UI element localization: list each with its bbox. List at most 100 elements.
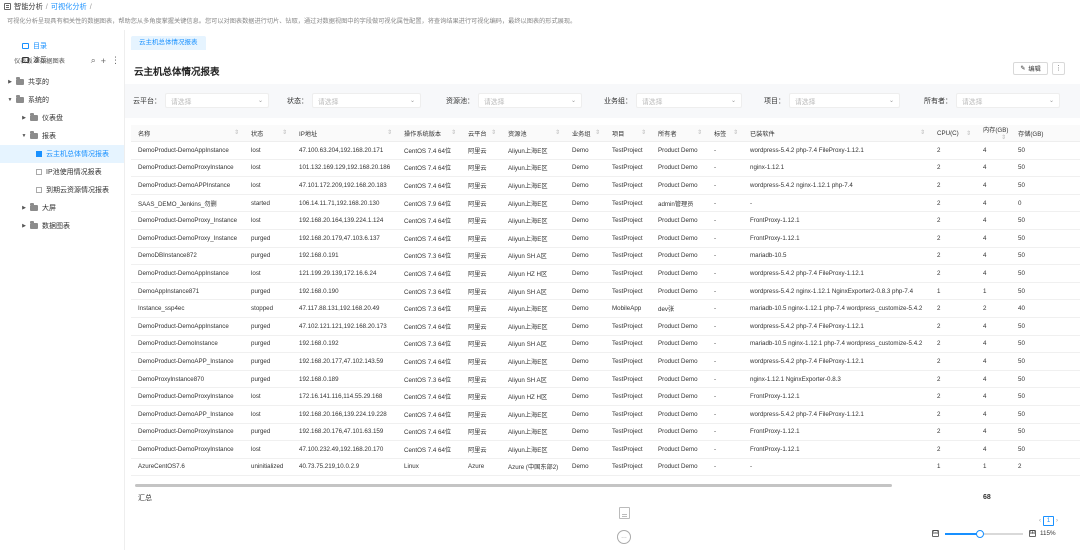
tree-item[interactable]: ▶ 仪表盘 (0, 109, 124, 127)
table-row[interactable]: DemoProduct-DemoInstance purged 192.168.0.… (131, 335, 1080, 354)
filter-select[interactable]: 请选择 ⌄ (478, 93, 582, 108)
sort-icon[interactable]: ⇕ (733, 129, 738, 136)
caret-right-icon[interactable]: ▶ (20, 223, 28, 229)
filter-select[interactable]: 请选择 ⌄ (165, 93, 269, 108)
column-header[interactable]: 云平台 ⇕ (461, 125, 501, 142)
add-icon[interactable]: + (101, 56, 106, 66)
tree-item[interactable]: ▶ 大屏 (0, 199, 124, 217)
column-header[interactable]: 所有者 ⇕ (651, 125, 707, 142)
column-header[interactable]: IP地址 ⇕ (292, 125, 397, 142)
next-page-icon[interactable]: › (1056, 518, 1058, 524)
table-row[interactable]: DemoDBInstance872 purged 192.168.0.191 Cent… (131, 247, 1080, 266)
table-row[interactable]: DemoProduct-DemoProxyInstance lost 101.132… (131, 159, 1080, 178)
column-header[interactable]: 存储(GB)⇕ (1011, 125, 1080, 142)
more-icon[interactable]: ⋮ (111, 55, 120, 66)
scrollbar-thumb[interactable] (135, 484, 892, 487)
zoom-slider[interactable] (945, 529, 1023, 538)
search-icon[interactable]: ⌕ (91, 55, 96, 66)
prev-page-icon[interactable]: ‹ (1039, 518, 1041, 524)
table-row[interactable]: DemoProduct-DemoProxyInstance lost 47.100.… (131, 440, 1080, 459)
sort-icon[interactable]: ⇕ (387, 129, 392, 136)
table-row[interactable]: DemoAppInstance871 purged 192.168.0.190 Cen… (131, 282, 1080, 301)
table-cell: purged (244, 247, 292, 266)
filter-select[interactable]: 请选择 ⌄ (636, 93, 742, 108)
table-row[interactable]: Instance_ssp4ec stopped 47.117.88.131,192.… (131, 299, 1080, 318)
sidebar-item-catalog[interactable]: 目录 (0, 39, 124, 53)
table-row[interactable]: SAAS_DEMO_Jenkins_勿删 started 106.14.11.71,… (131, 194, 1080, 213)
table-row[interactable]: DemoProduct-DemoAppInstance lost 47.100.63… (131, 141, 1080, 160)
table-cell: 阿里云 (461, 299, 501, 318)
sort-icon[interactable]: ⇕ (491, 129, 496, 136)
column-header[interactable]: 操作系统版本 ⇕ (397, 125, 461, 142)
caret-down-icon[interactable]: ▼ (6, 97, 14, 103)
table-row[interactable]: DemoProduct-DemoAppInstance lost 121.199.2… (131, 264, 1080, 283)
sort-icon[interactable]: ⇕ (282, 129, 287, 136)
table-row[interactable]: DemoProduct-DemoAPPInstance lost 47.101.17… (131, 176, 1080, 195)
chat-icon[interactable]: … (617, 530, 631, 544)
table-cell: - (707, 247, 743, 266)
table-row[interactable]: DemoProduct-DemoAPP_Instance lost 192.168.… (131, 405, 1080, 424)
breadcrumb-item-visual-analysis[interactable]: 可视化分析 (51, 2, 87, 12)
tab-report[interactable]: 云主机总体情况报表 (131, 36, 206, 50)
sort-icon[interactable]: ⇕ (641, 129, 646, 136)
table-row[interactable]: DemoProduct-DemoProxy_Instance lost 192.16… (131, 211, 1080, 230)
sort-icon[interactable]: ⇕ (920, 129, 925, 136)
sort-icon[interactable]: ⇕ (451, 129, 456, 136)
tree-item[interactable]: ▼ 系统的 (0, 91, 124, 109)
sort-icon[interactable]: ⇕ (1001, 134, 1006, 141)
table-cell: 2 (930, 264, 976, 283)
column-header[interactable]: 名称 ⇕ (131, 125, 244, 142)
sort-icon[interactable]: ⇕ (697, 129, 702, 136)
table-cell: stopped (244, 299, 292, 318)
zoom-in-icon[interactable]: ⊞ (1029, 530, 1036, 537)
column-header[interactable]: CPU(C) ⇕ (930, 125, 976, 142)
table-row[interactable]: DemoProduct-DemoProxyInstance lost 172.16.… (131, 387, 1080, 406)
filter-select[interactable]: 请选择 ⌄ (312, 93, 421, 108)
table-row[interactable]: DemoProduct-DemoProxyInstance purged 192.1… (131, 423, 1080, 442)
caret-down-icon[interactable]: ▼ (20, 133, 28, 139)
table-cell: Demo (565, 387, 605, 406)
sort-icon[interactable]: ⇕ (966, 130, 971, 137)
table-cell: 2 (930, 211, 976, 230)
caret-right-icon[interactable]: ▶ (20, 205, 28, 211)
folder-icon (30, 221, 38, 229)
column-header[interactable]: 标签 ⇕ (707, 125, 743, 142)
page-number-current[interactable]: 1 (1043, 516, 1054, 526)
table-cell: - (743, 194, 930, 213)
table-row[interactable]: DemoProduct-DemoProxy_Instance purged 192.… (131, 229, 1080, 248)
column-header[interactable]: 状态 ⇕ (244, 125, 292, 142)
table-cell: Aliyun上海E区 (501, 440, 565, 459)
document-icon[interactable] (619, 507, 630, 519)
horizontal-scrollbar[interactable] (131, 484, 1080, 488)
table-row[interactable]: DemoProxyInstance870 purged 192.168.0.189 C… (131, 370, 1080, 389)
tree-item[interactable]: ▶ 共享的 (0, 73, 124, 91)
column-header[interactable]: 项目 ⇕ (605, 125, 651, 142)
table-cell: - (707, 458, 743, 477)
tree-item[interactable]: ▼ 报表 (0, 127, 124, 145)
column-header[interactable]: 已装软件 ⇕ (743, 125, 930, 142)
zoom-out-icon[interactable]: ⊟ (932, 530, 939, 537)
tree-item[interactable]: IP池使用情况报表 (0, 163, 124, 181)
caret-right-icon[interactable]: ▶ (20, 115, 28, 121)
caret-right-icon[interactable]: ▶ (6, 79, 14, 85)
column-header[interactable]: 资源池 ⇕ (501, 125, 565, 142)
tree-item[interactable]: 到期云资源情况报表 (0, 181, 124, 199)
column-header[interactable]: 业务组 ⇕ (565, 125, 605, 142)
sort-icon[interactable]: ⇕ (555, 129, 560, 136)
edit-button[interactable]: ✎ 编辑 (1013, 62, 1048, 75)
table-cell: lost (244, 141, 292, 160)
table-row[interactable]: DemoProduct-DemoAPP_Instance purged 192.16… (131, 352, 1080, 371)
sort-icon[interactable]: ⇕ (234, 129, 239, 136)
filter-select[interactable]: 请选择 ⌄ (789, 93, 900, 108)
filter-select[interactable]: 请选择 ⌄ (956, 93, 1060, 108)
zoom-slider-handle[interactable] (976, 529, 985, 538)
column-header[interactable]: 内存(GB) ⇕ (976, 125, 1011, 142)
sort-icon[interactable]: ⇕ (595, 129, 600, 136)
tree-item-label: 到期云资源情况报表 (46, 187, 109, 194)
tree-item[interactable]: 云主机总体情况报表 (0, 145, 124, 163)
table-row[interactable]: DemoProduct-DemoAppInstance purged 47.102.… (131, 317, 1080, 336)
table-row[interactable]: AzureCentOS7.6 uninitialized 40.73.75.219,… (131, 458, 1080, 477)
breadcrumb-item-smart-analysis[interactable]: 智能分析 (14, 2, 43, 12)
more-options-button[interactable]: ⋮ (1052, 62, 1065, 75)
tree-item[interactable]: ▶ 数据图表 (0, 217, 124, 235)
